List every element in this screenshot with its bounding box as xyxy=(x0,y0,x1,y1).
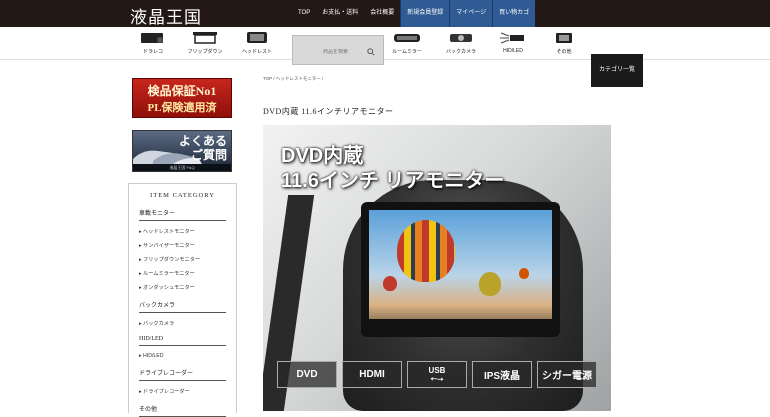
top-navigation: TOP お支払・送料 会社概要 新規会員登録 マイページ 買い物カゴ xyxy=(292,0,536,27)
category-label: ルームミラー xyxy=(392,49,422,55)
category-room-mirror[interactable]: ルームミラー xyxy=(384,31,430,57)
feature-badges: DVD HDMI USB ⭠⭢ IPS液晶 シガー電源 xyxy=(277,361,597,388)
sidebar-section-title: ドライブレコーダー xyxy=(139,368,226,381)
breadcrumb[interactable]: TOP / ヘッドレストモニター / xyxy=(263,76,323,82)
sidebar-section-drive-recorder: ドライブレコーダー ▸ ドライブレコーダー xyxy=(139,368,226,395)
cigar-power-badge: シガー電源 xyxy=(537,361,597,388)
sidebar-item-ondash[interactable]: ▸ オンダッシュモニター xyxy=(139,284,226,291)
category-label: ヘッドレスト xyxy=(241,49,272,55)
warranty-banner[interactable]: 検品保証No1 PL保険適用済 xyxy=(132,78,232,118)
dvd-badge: DVD xyxy=(277,361,337,388)
balloon-graphic xyxy=(519,268,529,279)
sidebar-item-back-camera[interactable]: ▸ バックカメラ xyxy=(139,320,226,327)
category-other[interactable]: その他 xyxy=(541,31,587,57)
usb-icon: ⭠⭢ xyxy=(430,373,444,383)
sidebar-item-sunvisor[interactable]: ▸ サンバイザーモニター xyxy=(139,242,226,249)
sidebar-section-monitor: 車載モニター ▸ ヘッドレストモニター ▸ サンバイザーモニター ▸ フリップダ… xyxy=(139,208,226,291)
all-categories-button[interactable]: カテゴリ一覧 xyxy=(591,54,643,87)
sidebar-item-flipdown[interactable]: ▸ フリップダウンモニター xyxy=(139,256,226,263)
category-headrest[interactable]: ヘッドレスト xyxy=(234,31,280,57)
warranty-banner-line1: 検品保証No1 xyxy=(147,84,217,98)
sidebar-section-hid-led: HID/LED ▸ HID/LED xyxy=(139,336,226,359)
category-label: バックカメラ xyxy=(445,49,476,55)
sidebar-item-drive-recorder[interactable]: ▸ ドライブレコーダー xyxy=(139,388,226,395)
category-back-camera[interactable]: バックカメラ xyxy=(438,31,484,57)
site-logo[interactable]: 液晶王国 xyxy=(130,3,202,28)
monitor-bezel-bottom xyxy=(369,319,552,329)
nav-payment-shipping-link[interactable]: お支払・送料 xyxy=(316,0,364,27)
balloon-graphic xyxy=(479,272,501,296)
sidebar-item-room-mirror[interactable]: ▸ ルームミラーモニター xyxy=(139,270,226,277)
warranty-banner-line2: PL保険適用済 xyxy=(147,102,217,114)
nav-company-link[interactable]: 会社概要 xyxy=(364,0,400,27)
category-label: HID/LED xyxy=(503,48,523,54)
faq-banner[interactable]: よくある ご質問 液晶王国 FAQ xyxy=(132,130,232,172)
category-label: フリップダウン xyxy=(187,49,223,55)
other-icon xyxy=(556,33,572,43)
headrest-monitor-icon xyxy=(247,32,267,43)
nav-top-link[interactable]: TOP xyxy=(292,0,316,27)
hdmi-badge: HDMI xyxy=(342,361,402,388)
nav-cart-link[interactable]: 買い物カゴ xyxy=(492,0,536,27)
category-label: ドラレコ xyxy=(142,49,163,55)
category-flipdown[interactable]: フリップダウン xyxy=(182,31,228,57)
top-header-bar: 液晶王国 TOP お支払・送料 会社概要 新規会員登録 マイページ 買い物カゴ xyxy=(0,0,770,27)
sidebar-section-back-camera: バックカメラ ▸ バックカメラ xyxy=(139,300,226,327)
hero-headline-2: 11.6インチ リアモニター xyxy=(281,170,505,192)
sidebar-heading: ITEM CATEGORY xyxy=(150,192,215,199)
balloon-graphic xyxy=(383,276,397,291)
monitor-graphic xyxy=(361,202,560,337)
sidebar-section-title: バックカメラ xyxy=(139,300,226,313)
monitor-display xyxy=(369,210,552,329)
faq-banner-caption: 液晶王国 FAQ xyxy=(133,164,231,171)
search-icon[interactable] xyxy=(367,48,375,56)
nav-mypage-link[interactable]: マイページ xyxy=(449,0,493,27)
ips-badge: IPS液晶 xyxy=(472,361,532,388)
faq-banner-line1: よくある xyxy=(178,134,227,148)
search-input[interactable] xyxy=(323,49,373,55)
room-mirror-icon xyxy=(394,34,420,42)
sidebar-item-headrest[interactable]: ▸ ヘッドレストモニター xyxy=(139,228,226,235)
sidebar-section-title: 車載モニター xyxy=(139,208,226,221)
faq-banner-line2: ご質問 xyxy=(190,148,227,162)
category-label: その他 xyxy=(556,49,572,55)
balloon-graphic xyxy=(397,220,455,282)
flipdown-monitor-icon xyxy=(193,32,217,44)
category-hid-led[interactable]: HID/LED xyxy=(490,31,536,57)
dashcam-icon xyxy=(141,33,163,43)
item-category-sidebar: ITEM CATEGORY 車載モニター ▸ ヘッドレストモニター ▸ サンバイ… xyxy=(128,183,237,417)
nav-register-link[interactable]: 新規会員登録 xyxy=(400,0,450,27)
back-camera-icon xyxy=(450,34,472,42)
search-box xyxy=(292,35,384,65)
category-dashcam[interactable]: ドラレコ xyxy=(130,31,176,57)
category-bar: ドラレコ フリップダウン ヘッドレスト ルームミラー バックカメラ HID/LE… xyxy=(0,27,770,87)
product-hero-image: DVD内蔵 11.6インチ リアモニター DVD HDMI USB ⭠⭢ IPS液… xyxy=(263,125,611,411)
hid-led-icon xyxy=(500,32,524,44)
sidebar-item-hid-led[interactable]: ▸ HID/LED xyxy=(139,353,226,359)
sidebar-section-title: HID/LED xyxy=(139,336,226,346)
usb-badge: USB ⭠⭢ xyxy=(407,361,467,388)
page-title: DVD内蔵 11.6インチリアモニター xyxy=(263,107,394,116)
